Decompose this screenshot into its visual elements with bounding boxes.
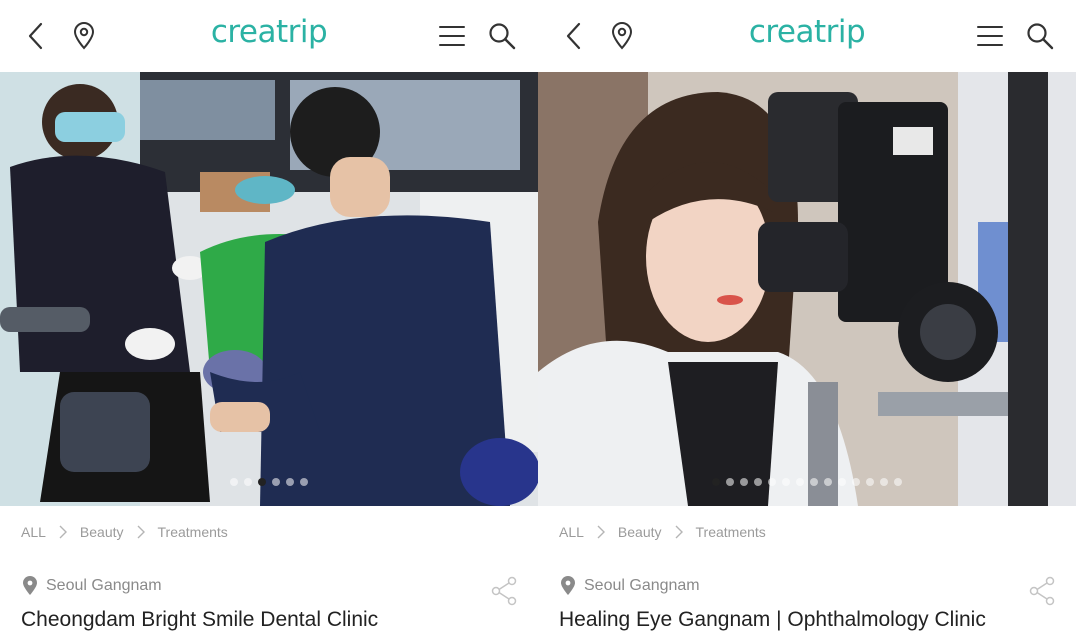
search-icon[interactable] (482, 16, 522, 56)
search-icon[interactable] (1020, 16, 1060, 56)
carousel-dot[interactable] (754, 478, 762, 486)
carousel-dot[interactable] (712, 478, 720, 486)
carousel-dot[interactable] (838, 478, 846, 486)
carousel-dot[interactable] (852, 478, 860, 486)
carousel-dot[interactable] (244, 478, 252, 486)
carousel-dot[interactable] (230, 478, 238, 486)
dental-clinic-photo (0, 72, 538, 506)
breadcrumb-beauty[interactable]: Beauty (80, 524, 124, 540)
carousel-dot[interactable] (726, 478, 734, 486)
breadcrumb-treatments[interactable]: Treatments (696, 524, 766, 540)
location-text: Seoul Gangnam (46, 577, 162, 594)
carousel-dot[interactable] (824, 478, 832, 486)
carousel-dot[interactable] (258, 478, 266, 486)
carousel-dot[interactable] (740, 478, 748, 486)
share-icon[interactable] (490, 576, 518, 606)
carousel-indicator (538, 478, 1076, 486)
carousel-indicator (0, 478, 538, 486)
breadcrumb: ALL Beauty Treatments (21, 524, 228, 540)
location-pin-icon (22, 576, 38, 596)
carousel-dot[interactable] (782, 478, 790, 486)
top-nav-bar: creatrip (538, 0, 1076, 72)
listing-title[interactable]: Healing Eye Gangnam | Ophthalmology Clin… (559, 608, 986, 632)
carousel-dot[interactable] (810, 478, 818, 486)
breadcrumb-all[interactable]: ALL (21, 524, 46, 540)
hero-image-carousel[interactable] (538, 72, 1076, 506)
carousel-dot[interactable] (880, 478, 888, 486)
hamburger-menu-icon[interactable] (970, 16, 1010, 56)
chevron-right-icon (674, 524, 684, 540)
carousel-dot[interactable] (866, 478, 874, 486)
chevron-right-icon (596, 524, 606, 540)
chevron-right-icon (58, 524, 68, 540)
carousel-dot[interactable] (894, 478, 902, 486)
breadcrumb-treatments[interactable]: Treatments (158, 524, 228, 540)
breadcrumb-beauty[interactable]: Beauty (618, 524, 662, 540)
location-pin-icon (560, 576, 576, 596)
breadcrumb-all[interactable]: ALL (559, 524, 584, 540)
share-icon[interactable] (1028, 576, 1056, 606)
hero-image-carousel[interactable] (0, 72, 538, 506)
listing-panel-dental: creatrip ALL Beauty Treatments Seoul Gan… (0, 0, 538, 640)
carousel-dot[interactable] (768, 478, 776, 486)
listing-panel-ophthalmology: creatrip ALL Beauty Treatments Seoul Gan… (538, 0, 1076, 640)
listing-title[interactable]: Cheongdam Bright Smile Dental Clinic (21, 608, 378, 632)
carousel-dot[interactable] (272, 478, 280, 486)
breadcrumb: ALL Beauty Treatments (559, 524, 766, 540)
chevron-right-icon (136, 524, 146, 540)
top-nav-bar: creatrip (0, 0, 538, 72)
carousel-dot[interactable] (796, 478, 804, 486)
location-label: Seoul Gangnam (560, 576, 700, 596)
location-label: Seoul Gangnam (22, 576, 162, 596)
carousel-dot[interactable] (300, 478, 308, 486)
ophthalmology-clinic-photo (538, 72, 1076, 506)
hamburger-menu-icon[interactable] (432, 16, 472, 56)
carousel-dot[interactable] (286, 478, 294, 486)
location-text: Seoul Gangnam (584, 577, 700, 594)
